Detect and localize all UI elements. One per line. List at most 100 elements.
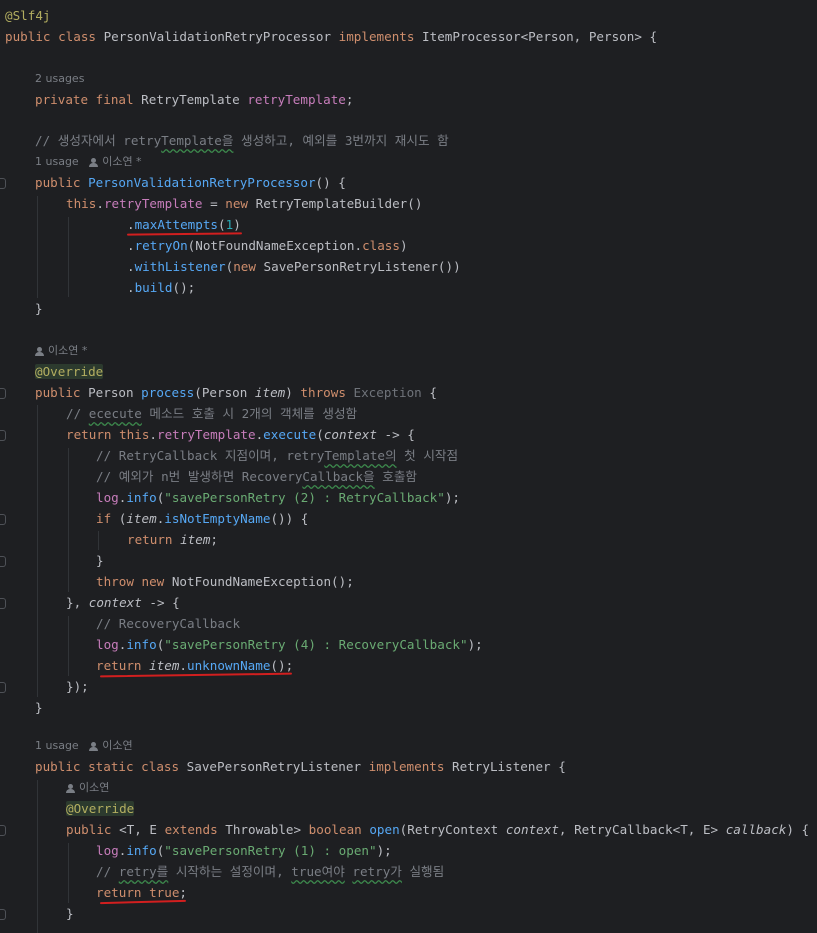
code-token: = <box>202 196 226 211</box>
indent-guide <box>37 196 38 298</box>
code-token: SavePersonRetryListener <box>186 759 369 774</box>
code-token: ; <box>179 885 187 900</box>
fold-marker-icon[interactable] <box>0 598 6 609</box>
indent-guide <box>37 780 38 933</box>
code-token: // RetryCallback 지점이며, retry <box>96 448 325 463</box>
code-token: ) { <box>786 822 810 837</box>
code-line[interactable]: public <T, E extends Throwable> boolean … <box>66 819 809 840</box>
usages-hint[interactable]: 2 usages <box>35 72 84 85</box>
code-token: true여야 <box>291 864 345 879</box>
code-line[interactable]: public static class SavePersonRetryListe… <box>35 756 566 777</box>
code-token: 호출함 <box>374 469 418 484</box>
code-line[interactable]: } <box>35 298 43 319</box>
code-token: context <box>505 822 559 837</box>
code-token: item <box>254 385 286 400</box>
usages-hint[interactable]: 1 usage <box>35 155 79 168</box>
code-line[interactable]: public Person process(Person item) throw… <box>35 382 437 403</box>
code-line[interactable]: @Override <box>66 798 135 819</box>
inlay-hint[interactable]: 2 usages <box>35 68 84 89</box>
code-token: public <box>35 385 89 400</box>
inlay-hint[interactable]: 이소연 * <box>35 340 87 361</box>
code-token: . <box>149 427 157 442</box>
code-token: "savePersonRetry (1) : open" <box>164 843 377 858</box>
code-token: RetryTemplate <box>141 92 248 107</box>
code-line[interactable]: }, context -> { <box>66 592 180 613</box>
code-token: Template을 <box>161 133 234 148</box>
code-line[interactable]: if (item.isNotEmptyName()) { <box>96 508 308 529</box>
code-token: this <box>66 196 97 211</box>
code-line[interactable]: @Slf4j <box>5 5 51 26</box>
code-line[interactable]: return this.retryTemplate.execute(contex… <box>66 424 415 445</box>
code-line[interactable]: // 생성자에서 retryTemplate을 생성하고, 예외를 3번까지 재… <box>35 130 449 151</box>
code-line[interactable]: // retry를 시작하는 설정이며, true여야 retry가 실행됨 <box>96 861 444 882</box>
fold-marker-icon[interactable] <box>0 682 6 693</box>
code-token: @Slf4j <box>5 8 51 23</box>
code-token: ) <box>233 217 241 232</box>
code-token: withListener <box>134 259 226 274</box>
fold-marker-icon[interactable] <box>0 909 6 920</box>
code-token: build <box>134 280 173 295</box>
code-line[interactable]: .build(); <box>127 277 195 298</box>
author-hint[interactable]: 이소연 * <box>48 344 87 357</box>
code-token: (Person <box>194 385 255 400</box>
code-token: } <box>96 553 104 568</box>
code-token: (); <box>172 280 196 295</box>
fold-marker-icon[interactable] <box>0 514 6 525</box>
fold-marker-icon[interactable] <box>0 430 6 441</box>
usages-hint[interactable]: 1 usage <box>35 739 79 752</box>
code-token: extends <box>164 822 226 837</box>
code-line[interactable]: private final RetryTemplate retryTemplat… <box>35 89 353 110</box>
author-hint[interactable]: 이소연 <box>79 781 109 794</box>
code-line[interactable]: public PersonValidationRetryProcessor() … <box>35 172 346 193</box>
code-token: new <box>233 259 264 274</box>
code-token: } <box>66 906 74 921</box>
code-token: . <box>179 658 188 673</box>
code-token: return <box>96 658 150 673</box>
code-line[interactable]: // RetryCallback 지점이며, retryTemplate의 첫 … <box>96 445 458 466</box>
code-line[interactable]: throw new NotFoundNameException(); <box>96 571 354 592</box>
code-line[interactable]: // ececute 메소드 호출 시 2개의 객체를 생성함 <box>66 403 357 424</box>
code-token: throws <box>300 385 354 400</box>
code-token: callback <box>725 822 787 837</box>
code-line[interactable]: } <box>35 697 43 718</box>
code-line[interactable]: this.retryTemplate = new RetryTemplateBu… <box>66 193 422 214</box>
fold-marker-icon[interactable] <box>0 825 6 836</box>
code-line[interactable]: log.info("savePersonRetry (2) : RetryCal… <box>96 487 460 508</box>
code-line[interactable]: }); <box>66 676 89 697</box>
code-line[interactable]: public class PersonValidationRetryProces… <box>5 26 657 47</box>
code-token: info <box>126 637 157 652</box>
code-line[interactable]: return item; <box>127 529 218 550</box>
code-token: public class <box>5 29 104 44</box>
code-token: implements <box>338 29 423 44</box>
fold-marker-icon[interactable] <box>0 388 6 399</box>
code-line[interactable]: // RecoveryCallback <box>96 613 240 634</box>
code-token: -> { <box>141 595 180 610</box>
code-token: unknownName <box>187 658 271 673</box>
code-line[interactable]: @Override <box>35 361 104 382</box>
code-token: Throwable> <box>225 822 309 837</box>
code-token: { <box>429 385 437 400</box>
code-token: item <box>149 658 180 673</box>
code-token: public <box>35 175 89 190</box>
code-token: // 예외가 n번 발생하면 Recovery <box>96 469 303 484</box>
code-token: execute <box>263 427 317 442</box>
fold-marker-icon[interactable] <box>0 178 6 189</box>
code-line[interactable]: .retryOn(NotFoundNameException.class) <box>127 235 408 256</box>
code-line[interactable]: // 예외가 n번 발생하면 RecoveryCallback을 호출함 <box>96 466 417 487</box>
code-line[interactable]: log.info("savePersonRetry (4) : Recovery… <box>96 634 483 655</box>
code-line[interactable]: } <box>96 550 104 571</box>
fold-marker-icon[interactable] <box>0 556 6 567</box>
code-line[interactable]: } <box>66 903 74 924</box>
code-line[interactable]: log.info("savePersonRetry (1) : open"); <box>96 840 392 861</box>
author-hint[interactable]: 이소연 <box>102 739 132 752</box>
code-token: <T, E <box>119 822 165 837</box>
inlay-hint[interactable]: 이소연 <box>66 777 109 798</box>
code-token: ) <box>399 238 408 253</box>
author-hint[interactable]: 이소연 * <box>102 155 141 168</box>
inlay-hint[interactable]: 1 usage 이소연 * <box>35 151 142 172</box>
code-editor[interactable]: @Slf4j public class PersonValidationRetry… <box>0 0 817 933</box>
inlay-hint[interactable]: 1 usage 이소연 <box>35 735 133 756</box>
code-line[interactable]: .withListener(new SavePersonRetryListene… <box>127 256 461 277</box>
code-token: . <box>127 238 135 253</box>
code-token: log <box>96 490 119 505</box>
